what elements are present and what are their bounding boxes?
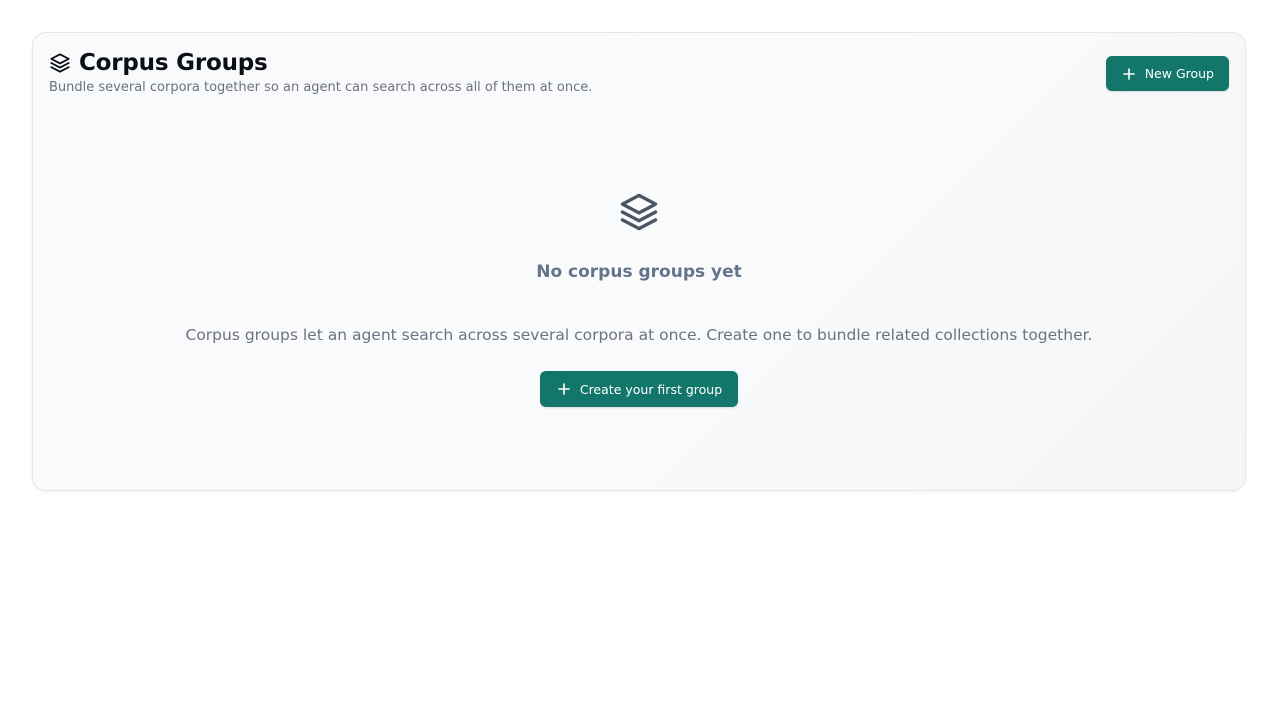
layers-icon	[49, 52, 71, 74]
new-group-label: New Group	[1144, 66, 1214, 81]
page-subtitle: Bundle several corpora together so an ag…	[49, 80, 593, 95]
new-group-button[interactable]: New Group	[1105, 56, 1229, 91]
create-first-group-button[interactable]: Create your first group	[539, 371, 739, 407]
page-header: Corpus Groups	[49, 49, 268, 77]
page-title: Corpus Groups	[79, 50, 268, 76]
plus-icon	[1122, 67, 1135, 80]
plus-icon	[558, 383, 570, 395]
empty-state-description: Corpus groups let an agent search across…	[185, 326, 1093, 344]
empty-state-title: No corpus groups yet	[536, 262, 742, 282]
corpus-groups-panel: Corpus Groups Bundle several corpora tog…	[32, 32, 1246, 491]
create-first-group-label: Create your first group	[579, 381, 723, 397]
layers-icon	[618, 191, 660, 233]
empty-state: No corpus groups yet Corpus groups let a…	[33, 191, 1245, 407]
